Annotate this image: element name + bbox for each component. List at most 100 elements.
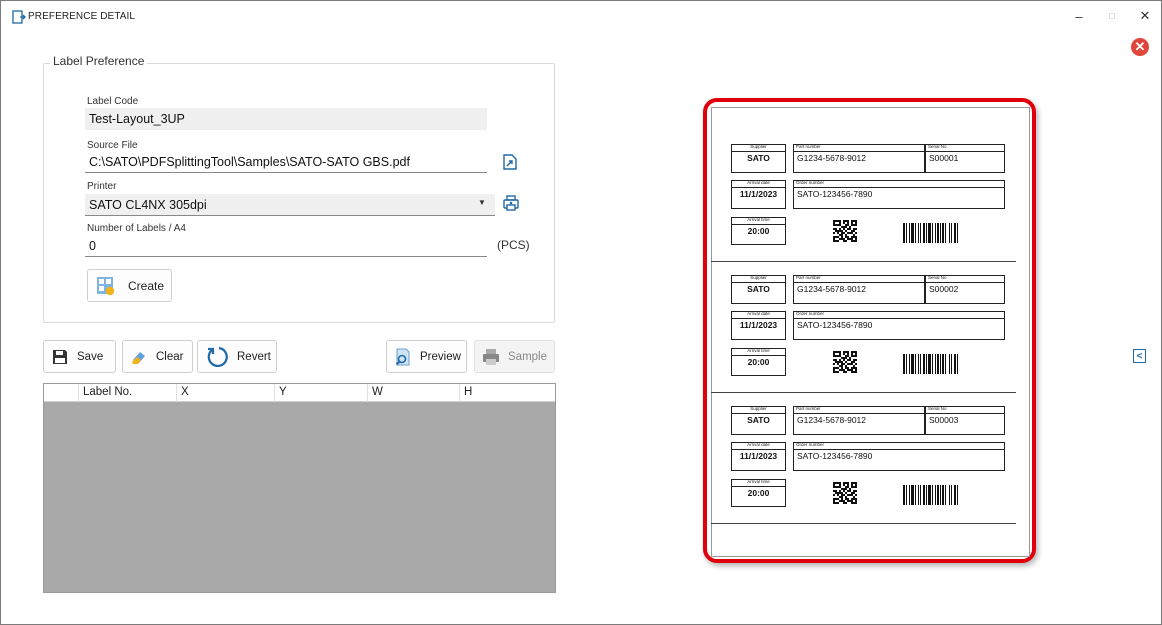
order-number-box-value: SATO-123456-7890 <box>797 320 873 330</box>
arrival-time-box: Arrival time 20:00 <box>731 217 786 245</box>
window-title: PREFERENCE DETAIL <box>28 11 136 22</box>
sample-button[interactable]: Sample <box>474 340 555 373</box>
arrival-date-box-value: 11/1/2023 <box>739 320 778 330</box>
supplier-box: Supplier SATO <box>731 144 786 173</box>
serial-no-box-caption: Serial No <box>928 406 947 411</box>
column-header-x[interactable]: X <box>176 384 274 402</box>
create-button-label: Create <box>128 278 165 293</box>
group-legend: Label Preference <box>50 54 148 68</box>
arrival-time-box: Arrival time 20:00 <box>731 348 786 376</box>
order-number-box: Order number SATO-123456-7890 <box>793 442 1005 471</box>
barcode-icon <box>903 354 958 374</box>
eraser-icon <box>132 351 145 364</box>
print-icon <box>483 348 499 365</box>
preference-detail-window: PREFERENCE DETAIL – □ ✕ ✕ Label Preferen… <box>0 0 1162 625</box>
part-number-box-caption: Part number <box>796 406 821 411</box>
qr-code-icon <box>833 220 857 242</box>
revert-label: Revert <box>237 350 271 363</box>
column-header-label-no[interactable]: Label No. <box>78 384 176 402</box>
supplier-box: Supplier SATO <box>731 406 786 435</box>
pcs-unit-label: (PCS) <box>497 238 530 252</box>
serial-no-box: Serial No S00003 <box>925 406 1005 435</box>
barcode-icon <box>903 485 958 505</box>
close-icon[interactable]: ✕ <box>1131 38 1149 56</box>
part-number-box: Part number G1234-5678-9012 <box>793 275 925 304</box>
order-number-box-caption: Order number <box>796 180 825 185</box>
create-button[interactable]: Create <box>87 269 172 302</box>
label-separator <box>711 523 1016 524</box>
revert-icon <box>207 346 228 367</box>
part-number-box-value: G1234-5678-9012 <box>797 153 867 163</box>
arrival-time-box: Arrival time 20:00 <box>731 479 786 507</box>
arrival-time-box-caption: Arrival time <box>747 348 770 353</box>
label-code-field[interactable]: Test-Layout_3UP <box>85 108 487 130</box>
arrival-date-box-caption: Arrival date <box>747 442 770 447</box>
app-icon <box>12 10 26 24</box>
window-close-button[interactable]: ✕ <box>1128 5 1162 27</box>
minimize-button[interactable]: – <box>1062 5 1096 27</box>
sample-label: Sample <box>508 350 547 363</box>
supplier-box-value: SATO <box>747 153 770 163</box>
title-bar: PREFERENCE DETAIL – □ ✕ <box>1 1 1161 31</box>
label-position-grid[interactable]: Label No. X Y W H <box>43 383 556 593</box>
source-file-label: Source File <box>87 140 138 151</box>
labels-per-a4-label: Number of Labels / A4 <box>87 223 186 234</box>
arrival-date-box-caption: Arrival date <box>747 311 770 316</box>
order-number-box-value: SATO-123456-7890 <box>797 451 873 461</box>
serial-no-box-caption: Serial No <box>928 144 947 149</box>
clear-label: Clear <box>156 350 184 363</box>
preview-label: Preview <box>420 350 461 363</box>
supplier-box-caption: Supplier <box>750 275 767 280</box>
source-file-field[interactable]: C:\SATO\PDFSplittingTool\Samples\SATO-SA… <box>85 151 487 173</box>
save-button[interactable]: Save <box>43 340 116 373</box>
part-number-box-value: G1234-5678-9012 <box>797 415 867 425</box>
part-number-box: Part number G1234-5678-9012 <box>793 406 925 435</box>
arrival-date-box: Arrival date 11/1/2023 <box>731 311 786 340</box>
serial-no-box: Serial No S00001 <box>925 144 1005 173</box>
preview-button[interactable]: Preview <box>386 340 467 373</box>
printer-label: Printer <box>87 181 117 192</box>
column-header-y[interactable]: Y <box>274 384 367 402</box>
serial-no-box-value: S00003 <box>929 415 959 425</box>
order-number-box-value: SATO-123456-7890 <box>797 189 873 199</box>
supplier-box-value: SATO <box>747 284 770 294</box>
printer-select[interactable]: SATO CL4NX 305dpi <box>85 194 495 216</box>
grid-header: Label No. X Y W H <box>44 384 555 402</box>
order-number-box-caption: Order number <box>796 442 825 447</box>
supplier-box-caption: Supplier <box>750 144 767 149</box>
serial-no-box: Serial No S00002 <box>925 275 1005 304</box>
qr-code-icon <box>833 351 857 373</box>
arrival-time-box-value: 20:00 <box>747 226 770 236</box>
maximize-button[interactable]: □ <box>1095 5 1129 27</box>
order-number-box: Order number SATO-123456-7890 <box>793 180 1005 209</box>
part-number-box-value: G1234-5678-9012 <box>797 284 867 294</box>
label-code-label: Label Code <box>87 96 139 107</box>
create-layout-icon <box>97 276 115 295</box>
part-number-box: Part number G1234-5678-9012 <box>793 144 925 173</box>
arrival-date-box: Arrival date 11/1/2023 <box>731 180 786 209</box>
column-header-w[interactable]: W <box>367 384 459 402</box>
supplier-box: Supplier SATO <box>731 275 786 304</box>
column-header-h[interactable]: H <box>459 384 483 402</box>
arrival-date-box-value: 11/1/2023 <box>739 451 778 461</box>
chevron-down-icon[interactable]: ▼ <box>478 198 486 207</box>
save-label: Save <box>77 350 104 363</box>
order-number-box: Order number SATO-123456-7890 <box>793 311 1005 340</box>
collapse-panel-button[interactable]: < <box>1133 349 1146 363</box>
arrival-date-box-value: 11/1/2023 <box>739 189 778 199</box>
part-number-box-caption: Part number <box>796 144 821 149</box>
revert-button[interactable]: Revert <box>197 340 277 373</box>
qr-code-icon <box>833 482 857 504</box>
supplier-box-caption: Supplier <box>750 406 767 411</box>
serial-no-box-value: S00001 <box>929 153 959 163</box>
open-file-icon[interactable] <box>501 153 519 171</box>
serial-no-box-value: S00002 <box>929 284 959 294</box>
arrival-time-box-value: 20:00 <box>747 488 770 498</box>
barcode-icon <box>903 223 958 243</box>
labels-per-a4-field[interactable]: 0 <box>85 235 487 257</box>
clear-button[interactable]: Clear <box>122 340 193 373</box>
save-icon <box>53 349 67 364</box>
preview-icon <box>395 348 410 365</box>
arrival-time-box-caption: Arrival time <box>747 479 770 484</box>
printer-settings-icon[interactable] <box>502 194 520 212</box>
